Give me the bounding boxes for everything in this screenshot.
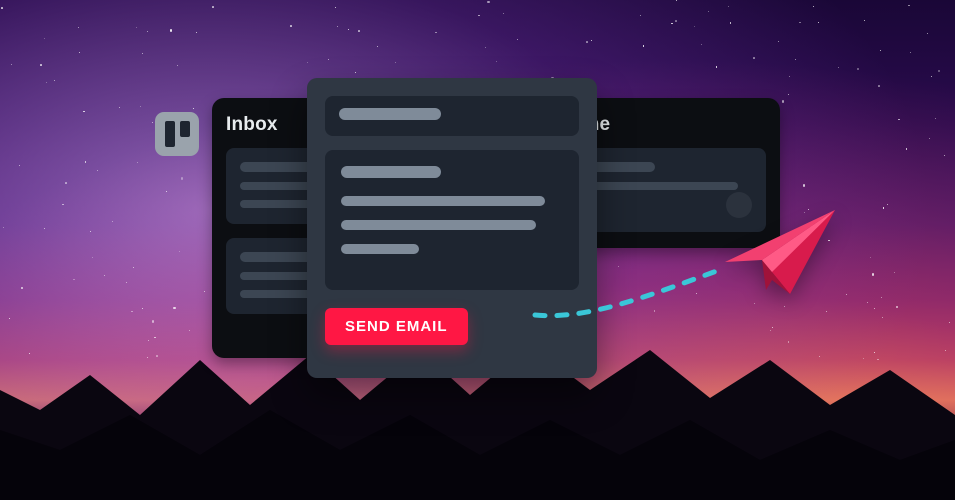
icon-bar-right [180,121,190,137]
body-line-placeholder [341,244,419,254]
paper-plane-icon [720,202,840,302]
body-line-placeholder [341,196,545,206]
icon-bar-left [165,121,175,147]
subject-placeholder [339,108,441,120]
body-line-placeholder [341,166,441,178]
body-line-placeholder [341,220,536,230]
promo-illustration: Inbox Done SEND EMAIL [0,0,955,500]
send-email-button[interactable]: SEND EMAIL [325,308,468,345]
email-compose-window: SEND EMAIL [307,78,597,378]
email-body-field[interactable] [325,150,579,290]
trello-icon [155,112,199,156]
card-line-placeholder [576,182,738,190]
email-subject-field[interactable] [325,96,579,136]
